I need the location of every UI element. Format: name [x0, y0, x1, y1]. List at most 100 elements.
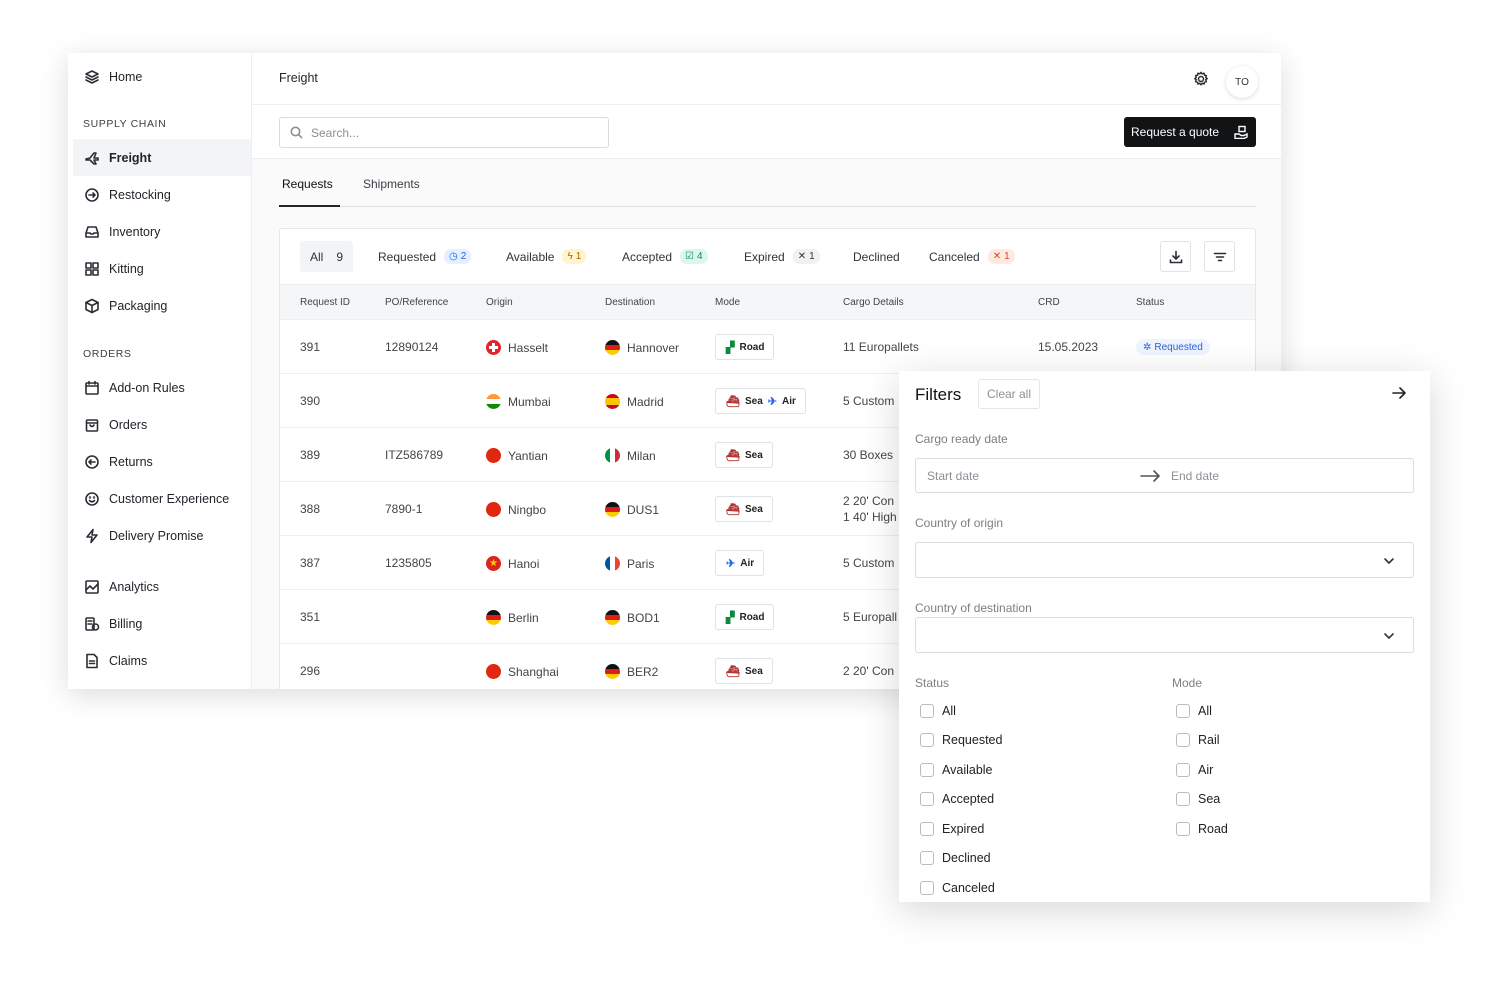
sidebar-item-freight[interactable]: Freight [73, 139, 251, 176]
search-field[interactable] [279, 117, 609, 148]
checkbox[interactable] [1176, 792, 1190, 806]
checkbox-label: Sea [1198, 792, 1221, 806]
sidebar-item-analytics[interactable]: Analytics [73, 568, 251, 605]
sidebar-item-delivery-promise[interactable]: Delivery Promise [73, 517, 251, 554]
request-id: 389 [300, 448, 321, 462]
flag-france-icon [605, 556, 620, 571]
chip-label: Expired [744, 249, 785, 264]
country-of-origin-label: Country of origin [915, 516, 1004, 530]
checkbox-label: Accepted [942, 792, 995, 806]
country-of-destination-label: Country of destination [915, 601, 1032, 615]
filter-chip-expired[interactable]: Expired ✕ 1 [744, 241, 820, 272]
sidebar-item-claims[interactable]: Claims [73, 642, 251, 679]
tab-shipments[interactable]: Shipments [363, 177, 420, 191]
gear-icon[interactable] [1192, 70, 1210, 88]
mode-checkbox-rail[interactable]: Rail [1176, 733, 1220, 747]
status-checkbox-canceled[interactable]: Canceled [920, 881, 995, 895]
status-checkbox-requested[interactable]: Requested [920, 733, 1002, 747]
sidebar-item-home[interactable]: Home [73, 58, 251, 95]
sidebar-item-restocking[interactable]: Restocking [73, 176, 251, 213]
origin-cell: ★ Hanoi [486, 556, 539, 571]
checkbox-label: Declined [942, 851, 991, 865]
column-header[interactable]: PO/Reference [385, 297, 448, 308]
column-header[interactable]: Cargo Details [843, 297, 904, 308]
filter-chip-available[interactable]: Available ϟ1 [506, 241, 587, 272]
column-header[interactable]: CRD [1038, 297, 1060, 308]
filter-chip-accepted[interactable]: Accepted ☑ 4 [622, 241, 708, 272]
mode-label: Sea [744, 665, 763, 677]
tab-requests[interactable]: Requests [282, 177, 333, 191]
origin-text: Hanoi [508, 557, 540, 571]
column-header[interactable]: Origin [486, 297, 513, 308]
mode-checkbox-all[interactable]: All [1176, 704, 1212, 718]
crd-date: 15.05.2023 [1038, 340, 1099, 354]
cargo-details: 2 20' Con [843, 494, 894, 508]
status-checkbox-expired[interactable]: Expired [920, 822, 984, 836]
sidebar-item-orders[interactable]: Orders [73, 406, 251, 443]
origin-cell: Mumbai [486, 394, 551, 409]
checkbox[interactable] [920, 763, 934, 777]
filters-title: Filters [915, 385, 962, 404]
lightning-icon: ϟ [567, 251, 573, 262]
column-header[interactable]: Status [1136, 297, 1164, 308]
download-button[interactable] [1160, 241, 1191, 272]
sidebar-item-label: Claims [109, 653, 148, 668]
sidebar-item-billing[interactable]: Billing [73, 605, 251, 642]
flag-china-icon [486, 448, 501, 463]
sidebar-item-label: Returns [109, 454, 153, 469]
filter-toggle-button[interactable] [1204, 241, 1235, 272]
chip-label: Available [506, 249, 555, 264]
filter-chip-declined[interactable]: Declined [853, 241, 900, 272]
x-icon: ✕ [797, 251, 807, 262]
column-header[interactable]: Mode [715, 297, 740, 308]
cargo-ready-date-label: Cargo ready date [915, 432, 1008, 446]
table-row[interactable]: 391 12890124 Hasselt Hannover ▞ Road 11 E… [280, 320, 1255, 374]
destination-text: Hannover [627, 341, 680, 355]
sidebar-item-label: Billing [109, 616, 143, 631]
mode-checkbox-sea[interactable]: Sea [1176, 792, 1220, 806]
filter-chip-canceled[interactable]: Canceled ✕ 1 [929, 241, 1015, 272]
request-quote-button[interactable]: Request a quote [1124, 117, 1256, 147]
checkbox[interactable] [1176, 733, 1190, 747]
status-checkbox-all[interactable]: All [920, 704, 956, 718]
sidebar-item-customer-experience[interactable]: Customer Experience [73, 480, 251, 517]
chip-label: Accepted [622, 249, 673, 264]
sidebar-item-returns[interactable]: Returns [73, 443, 251, 480]
filter-chip-all[interactable]: All 9 [300, 241, 354, 272]
chevron-down-icon [1384, 633, 1394, 639]
mode-checkbox-road[interactable]: Road [1176, 822, 1228, 836]
chip-label: Canceled [929, 249, 980, 264]
status-checkbox-accepted[interactable]: Accepted [920, 792, 994, 806]
checkbox[interactable] [920, 881, 934, 895]
mode-checkbox-air[interactable]: Air [1176, 763, 1213, 777]
checkbox[interactable] [920, 704, 934, 718]
status-checkbox-available[interactable]: Available [920, 763, 993, 777]
download-icon [1169, 250, 1182, 263]
close-panel-arrow-icon[interactable] [1391, 385, 1407, 401]
checkbox[interactable] [920, 792, 934, 806]
country-of-destination-select[interactable] [915, 617, 1414, 653]
sidebar-item-add-on-rules[interactable]: Add-on Rules [73, 369, 251, 406]
sidebar-item-inventory[interactable]: Inventory [73, 213, 251, 250]
clear-all-button[interactable]: Clear all [978, 379, 1041, 409]
checkbox[interactable] [1176, 704, 1190, 718]
checkbox[interactable] [1176, 822, 1190, 836]
checkbox[interactable] [1176, 763, 1190, 777]
checkbox[interactable] [920, 851, 934, 865]
country-of-origin-select[interactable] [915, 542, 1414, 578]
date-range-field[interactable]: Start date End date [915, 458, 1414, 493]
column-header[interactable]: Request ID [300, 297, 350, 308]
mode-badge: ⛴ Sea [715, 496, 773, 522]
filter-chip-requested[interactable]: Requested ◷ 2 [378, 241, 472, 272]
end-date-input[interactable]: End date [1171, 469, 1219, 483]
checkbox[interactable] [920, 822, 934, 836]
chip-count: 1 [575, 251, 582, 262]
start-date-input[interactable]: Start date [927, 469, 979, 483]
column-header[interactable]: Destination [605, 297, 655, 308]
sidebar-item-packaging[interactable]: Packaging [73, 287, 251, 324]
search-input[interactable] [311, 123, 591, 143]
status-checkbox-declined[interactable]: Declined [920, 851, 991, 865]
checkbox[interactable] [920, 733, 934, 747]
avatar[interactable]: TO [1226, 66, 1258, 98]
sidebar-item-kitting[interactable]: Kitting [73, 250, 251, 287]
